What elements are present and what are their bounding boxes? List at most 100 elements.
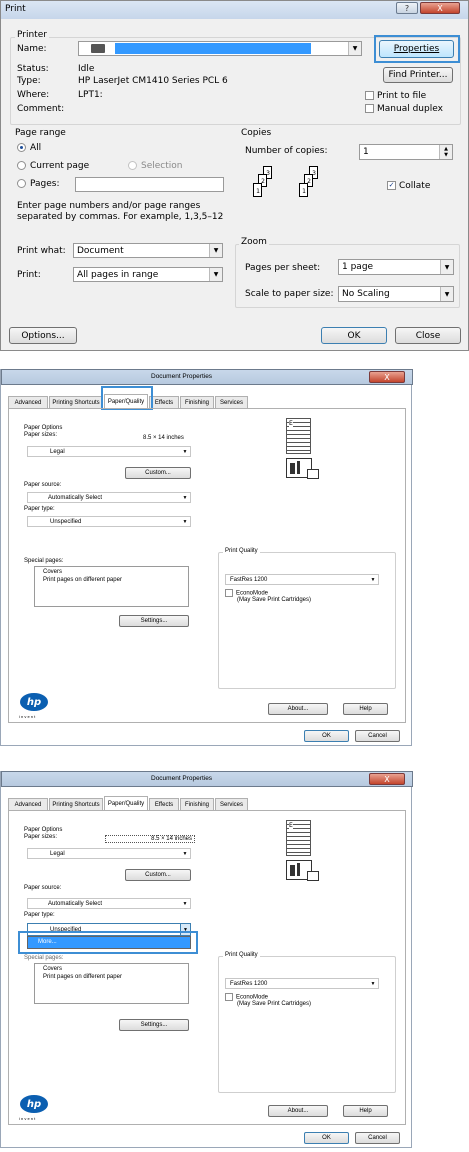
print-quality-legend: Print Quality	[223, 548, 260, 554]
chevron-down-icon: ▼	[180, 493, 190, 502]
print-pages-different-item[interactable]: Print pages on different paper	[43, 974, 122, 980]
where-label: Where:	[17, 90, 50, 100]
cancel-button[interactable]: Cancel	[355, 1132, 400, 1144]
pages-radio[interactable]: Pages:	[17, 179, 60, 189]
radio-icon	[17, 179, 26, 188]
ok-button[interactable]: OK	[321, 327, 387, 344]
print-pages-different-item[interactable]: Print pages on different paper	[43, 577, 122, 583]
paper-source-select[interactable]: Automatically Select ▼	[27, 492, 191, 503]
tab-effects[interactable]: Effects	[149, 798, 179, 810]
help-button[interactable]: ?	[396, 2, 418, 14]
paper-stack-icon	[286, 860, 319, 881]
settings-button[interactable]: Settings...	[119, 615, 189, 627]
tab-printing-shortcuts[interactable]: Printing Shortcuts	[49, 396, 103, 408]
economode-checkbox[interactable]: EconoMode	[225, 993, 268, 1001]
paper-options-label: Paper Options	[24, 425, 63, 431]
current-page-radio[interactable]: Current page	[17, 161, 89, 171]
more-option-highlight	[18, 931, 198, 954]
tab-printing-shortcuts[interactable]: Printing Shortcuts	[49, 798, 103, 810]
paper-quality-tab-highlight	[101, 386, 153, 410]
print-dialog: Print ? X Printer Name: ▼ Properties Sta…	[0, 0, 469, 351]
settings-button[interactable]: Settings...	[119, 1019, 189, 1031]
tab-effects[interactable]: Effects	[149, 396, 179, 408]
custom-button[interactable]: Custom...	[125, 467, 191, 479]
copies-spinner[interactable]: 1 ▲ ▼	[359, 144, 453, 160]
properties-title: Document Properties	[151, 373, 213, 380]
paper-source-select[interactable]: Automatically Select ▼	[27, 898, 191, 909]
custom-button[interactable]: Custom...	[125, 869, 191, 881]
page-range-legend: Page range	[15, 128, 66, 138]
all-radio[interactable]: All	[17, 143, 41, 153]
status-label: Status:	[17, 64, 49, 74]
tab-finishing[interactable]: Finishing	[180, 798, 214, 810]
where-value: LPT1:	[78, 90, 103, 100]
close-button[interactable]: Close	[395, 327, 461, 344]
checkbox-icon	[225, 589, 233, 597]
print-quality-select[interactable]: FastRes 1200 ▼	[225, 574, 379, 585]
paper-sizes-label: Paper sizes:	[24, 834, 58, 840]
print-title: Print	[5, 4, 26, 14]
type-label: Type:	[17, 76, 41, 86]
print-quality-group	[218, 552, 396, 689]
help-button[interactable]: Help	[343, 1105, 388, 1117]
about-button[interactable]: About...	[268, 1105, 328, 1117]
chevron-down-icon: ▼	[180, 849, 190, 858]
paper-source-label: Paper source:	[24, 482, 62, 488]
name-label: Name:	[17, 44, 47, 54]
pages-per-sheet-label: Pages per sheet:	[245, 263, 321, 273]
radio-icon	[17, 161, 26, 170]
covers-item[interactable]: Covers	[43, 569, 62, 575]
status-value: Idle	[78, 64, 95, 74]
special-pages-label: Special pages:	[24, 558, 64, 564]
chevron-down-icon: ▼	[440, 260, 453, 274]
ok-button[interactable]: OK	[304, 730, 349, 742]
print-range-select[interactable]: All pages in range ▼	[73, 267, 223, 282]
close-window-button[interactable]: X	[420, 2, 460, 14]
covers-item[interactable]: Covers	[43, 966, 62, 972]
document-properties-dialog-2: Document Properties X Advanced Printing …	[0, 771, 413, 1148]
economode-checkbox[interactable]: EconoMode	[225, 589, 268, 597]
tab-paper-quality[interactable]: Paper/Quality	[104, 796, 148, 810]
paper-type-label: Paper type:	[24, 912, 55, 918]
special-pages-label: Special pages:	[24, 955, 64, 961]
paper-type-select[interactable]: Unspecified ▼	[27, 516, 191, 527]
pages-per-sheet-select[interactable]: 1 page ▼	[338, 259, 454, 275]
pages-input[interactable]	[75, 177, 224, 192]
invent-text: i n v e n t	[19, 714, 36, 719]
checkbox-icon	[365, 91, 374, 100]
tab-advanced[interactable]: Advanced	[8, 396, 48, 408]
number-of-copies-label: Number of copies:	[245, 146, 328, 156]
chevron-down-icon: ▼	[209, 244, 222, 257]
about-button[interactable]: About...	[268, 703, 328, 715]
paper-size-select[interactable]: Legal ▼	[27, 848, 191, 859]
scale-select[interactable]: No Scaling ▼	[338, 286, 454, 302]
page-range-hint-1: Enter page numbers and/or page ranges	[17, 201, 201, 211]
tab-services[interactable]: Services	[215, 798, 248, 810]
page-preview-icon: E	[286, 418, 311, 454]
close-window-button[interactable]: X	[369, 371, 405, 383]
ok-button[interactable]: OK	[304, 1132, 349, 1144]
close-window-button[interactable]: X	[369, 773, 405, 785]
find-printer-button[interactable]: Find Printer...	[383, 67, 453, 83]
properties-title: Document Properties	[151, 775, 213, 782]
printer-selection-bar	[115, 43, 311, 54]
type-value: HP LaserJet CM1410 Series PCL 6	[78, 76, 228, 86]
tab-finishing[interactable]: Finishing	[180, 396, 214, 408]
paper-size-select[interactable]: Legal ▼	[27, 446, 191, 457]
page-preview-icon: E	[286, 820, 311, 856]
collate-page-icon: 1	[253, 183, 262, 197]
manual-duplex-checkbox[interactable]: Manual duplex	[365, 104, 443, 114]
radio-selected-icon	[17, 143, 26, 152]
print-label: Print:	[17, 270, 41, 280]
print-quality-select[interactable]: FastRes 1200 ▼	[225, 978, 379, 989]
options-button[interactable]: Options...	[9, 327, 77, 344]
print-what-label: Print what:	[17, 246, 66, 256]
print-what-select[interactable]: Document ▼	[73, 243, 223, 258]
tab-services[interactable]: Services	[215, 396, 248, 408]
printer-name-select[interactable]: ▼	[78, 41, 362, 56]
cancel-button[interactable]: Cancel	[355, 730, 400, 742]
help-button[interactable]: Help	[343, 703, 388, 715]
print-to-file-checkbox[interactable]: Print to file	[365, 91, 426, 101]
tab-advanced[interactable]: Advanced	[8, 798, 48, 810]
collate-checkbox[interactable]: ✓ Collate	[387, 181, 430, 191]
